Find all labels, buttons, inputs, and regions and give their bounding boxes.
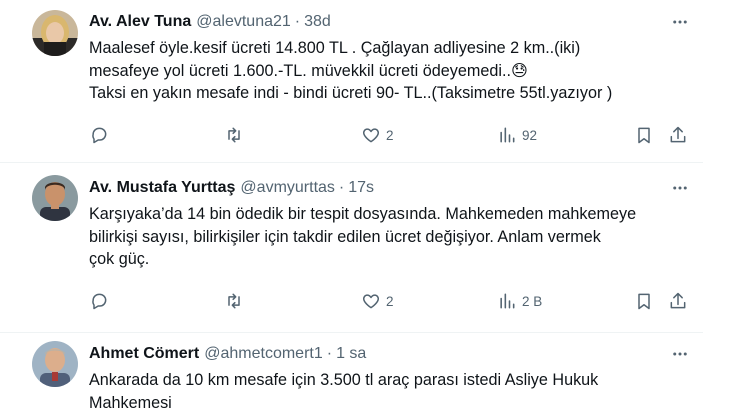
tweet-line: Ankarada da 10 km mesafe için 3.500 tl a…: [89, 371, 599, 389]
retweet-icon: [228, 127, 240, 143]
share-button[interactable]: [668, 289, 688, 313]
like-button[interactable]: 2: [361, 289, 394, 313]
reply-button[interactable]: [89, 123, 109, 147]
more-options-button[interactable]: [668, 177, 692, 199]
tweet-line: Maalesef öyle.kesif ücreti 14.800 TL . Ç…: [89, 39, 581, 57]
more-dots-icon: [673, 186, 687, 190]
views-chart-icon: [500, 127, 515, 143]
separator: ·: [338, 179, 345, 196]
reply-button[interactable]: [89, 289, 109, 313]
share-icon: [670, 126, 686, 143]
tweet-line: Karşıyaka’da 14 bin ödedik bir tespit do…: [89, 205, 637, 223]
share-icon: [670, 292, 686, 309]
bookmark-icon: [638, 293, 650, 310]
timestamp[interactable]: 1 sa: [336, 345, 366, 363]
author-handle[interactable]: @avmyurttas: [240, 179, 334, 197]
retweet-button[interactable]: [224, 289, 244, 313]
tweet-text: Ankarada da 10 km mesafe için 3.500 tl a…: [89, 369, 694, 414]
tweet-text: Karşıyaka’da 14 bin ödedik bir tespit do…: [89, 203, 694, 271]
share-button[interactable]: [668, 123, 688, 147]
action-bar: 2 2 B: [0, 289, 703, 313]
heart-icon: [362, 294, 380, 309]
author-handle[interactable]: @alevtuna21: [196, 13, 291, 31]
views-button[interactable]: 92: [497, 123, 537, 147]
timestamp[interactable]: 17s: [348, 179, 374, 197]
reply-icon: [92, 127, 107, 144]
views-button[interactable]: 2 B: [497, 289, 542, 313]
action-bar: 2 92: [0, 123, 703, 147]
tweet[interactable]: Ahmet Cömert @ahmetcomert1 · 1 sa Ankara…: [0, 333, 703, 420]
more-dots-icon: [673, 20, 687, 24]
bookmark-button[interactable]: [634, 289, 654, 313]
avatar[interactable]: [32, 10, 78, 56]
tweet-line: Taksi en yakın mesafe indi - bindi ücret…: [89, 84, 613, 102]
retweet-icon: [228, 293, 240, 309]
author-name[interactable]: Ahmet Cömert: [89, 345, 199, 363]
author-name[interactable]: Av. Mustafa Yurttaş: [89, 179, 235, 197]
tweet[interactable]: Av. Alev Tuna @alevtuna21 · 38d Maalesef…: [0, 0, 703, 160]
more-options-button[interactable]: [668, 343, 692, 365]
author-handle[interactable]: @ahmetcomert1: [204, 345, 323, 363]
tweet-line: Mahkemesi: [89, 393, 172, 412]
timeline-feed: Av. Alev Tuna @alevtuna21 · 38d Maalesef…: [0, 0, 703, 420]
like-count: 2: [386, 293, 394, 309]
heart-icon: [362, 128, 380, 143]
tweet-line: çok güç.: [89, 250, 150, 268]
tweet[interactable]: Av. Mustafa Yurttaş @avmyurttas · 17s Ka…: [0, 163, 703, 333]
view-count: 2 B: [522, 293, 543, 309]
tweet-text: Maalesef öyle.kesif ücreti 14.800 TL . Ç…: [89, 37, 694, 105]
sweat-emoji: 😓: [510, 61, 528, 80]
views-chart-icon: [500, 293, 515, 309]
bookmark-button[interactable]: [634, 123, 654, 147]
avatar[interactable]: [32, 341, 78, 387]
separator: ·: [294, 13, 301, 30]
reply-icon: [92, 293, 107, 310]
avatar[interactable]: [32, 175, 78, 221]
separator: ·: [326, 345, 333, 362]
tweet-line: bilirkişi sayısı, bilirkişiler için takd…: [89, 227, 601, 246]
retweet-button[interactable]: [224, 123, 244, 147]
view-count: 92: [522, 127, 538, 143]
bookmark-icon: [638, 127, 650, 144]
timestamp[interactable]: 38d: [304, 13, 331, 31]
author-name[interactable]: Av. Alev Tuna: [89, 13, 191, 31]
tweet-line: mesafeye yol ücreti 1.600.-TL. müvekkil …: [89, 61, 528, 80]
like-button[interactable]: 2: [361, 123, 394, 147]
like-count: 2: [386, 127, 394, 143]
more-options-button[interactable]: [668, 11, 692, 33]
more-dots-icon: [673, 352, 687, 356]
